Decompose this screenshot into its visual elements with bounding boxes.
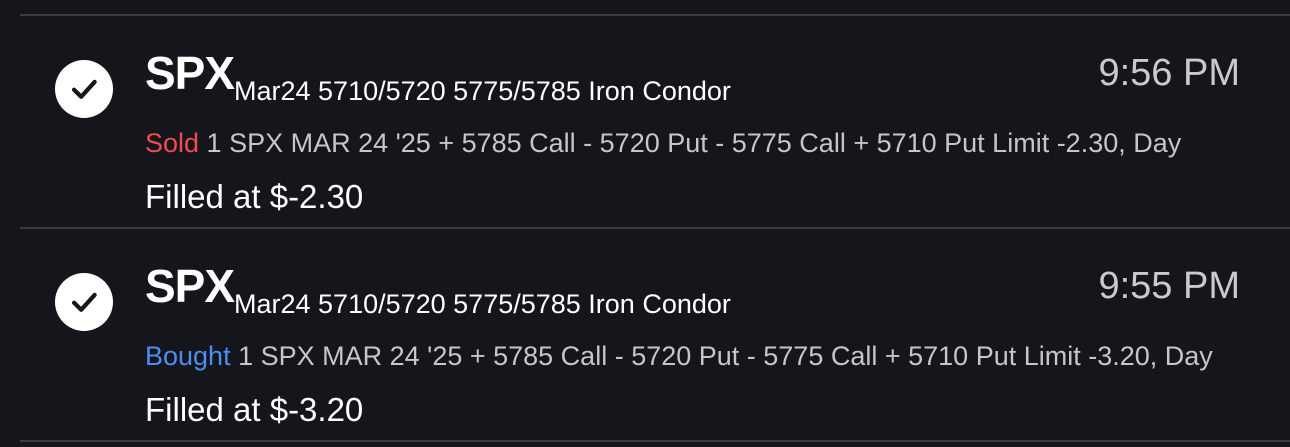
order-detail: Bought 1 SPX MAR 24 '25 + 5785 Call - 57… xyxy=(145,341,1213,372)
order-action: Bought xyxy=(145,341,231,371)
order-time: 9:56 PM xyxy=(1098,52,1240,94)
divider xyxy=(20,440,1290,442)
order-action: Sold xyxy=(145,128,200,158)
order-fill-status: Filled at $-2.30 xyxy=(145,178,364,215)
order-symbol: SPX xyxy=(145,260,235,312)
order-strategy-description: Mar24 5710/5720 5775/5785 Iron Condor xyxy=(234,76,731,106)
order-detail-text: 1 SPX MAR 24 '25 + 5785 Call - 5720 Put … xyxy=(230,341,1213,371)
check-circle-icon xyxy=(55,60,113,118)
order-time: 9:55 PM xyxy=(1098,265,1240,307)
order-symbol: SPX xyxy=(145,47,235,99)
order-fill-status: Filled at $-3.20 xyxy=(145,391,364,428)
check-circle-icon xyxy=(55,273,113,331)
order-detail: Sold 1 SPX MAR 24 '25 + 5785 Call - 5720… xyxy=(145,128,1181,159)
order-strategy-description: Mar24 5710/5720 5775/5785 Iron Condor xyxy=(234,289,731,319)
order-row[interactable]: SPX Mar24 5710/5720 5775/5785 Iron Condo… xyxy=(0,16,1290,226)
order-row[interactable]: SPX Mar24 5710/5720 5775/5785 Iron Condo… xyxy=(0,229,1290,439)
order-detail-text: 1 SPX MAR 24 '25 + 5785 Call - 5720 Put … xyxy=(199,128,1182,158)
order-history-list: SPX Mar24 5710/5720 5775/5785 Iron Condo… xyxy=(0,0,1290,447)
